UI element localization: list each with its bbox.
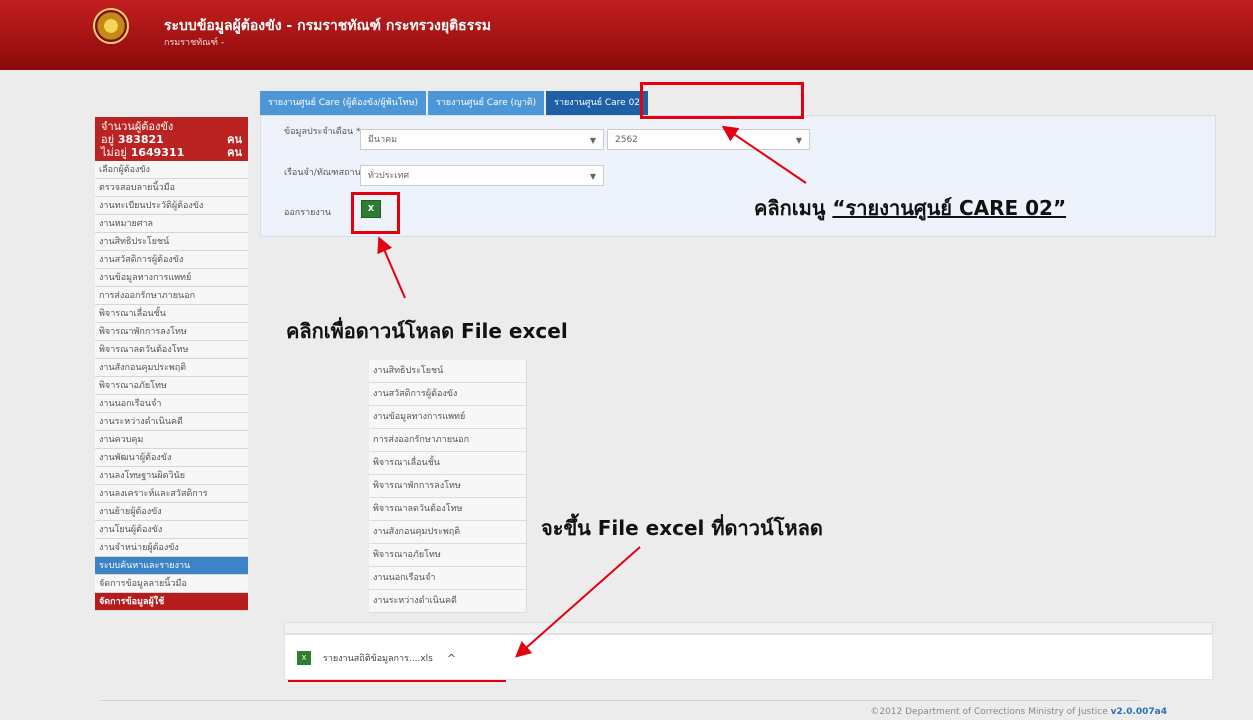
footer-divider [100, 700, 1140, 701]
footer: ©2012 Department of Corrections Ministry… [870, 707, 1167, 717]
annotation-arrows [377, 125, 807, 658]
